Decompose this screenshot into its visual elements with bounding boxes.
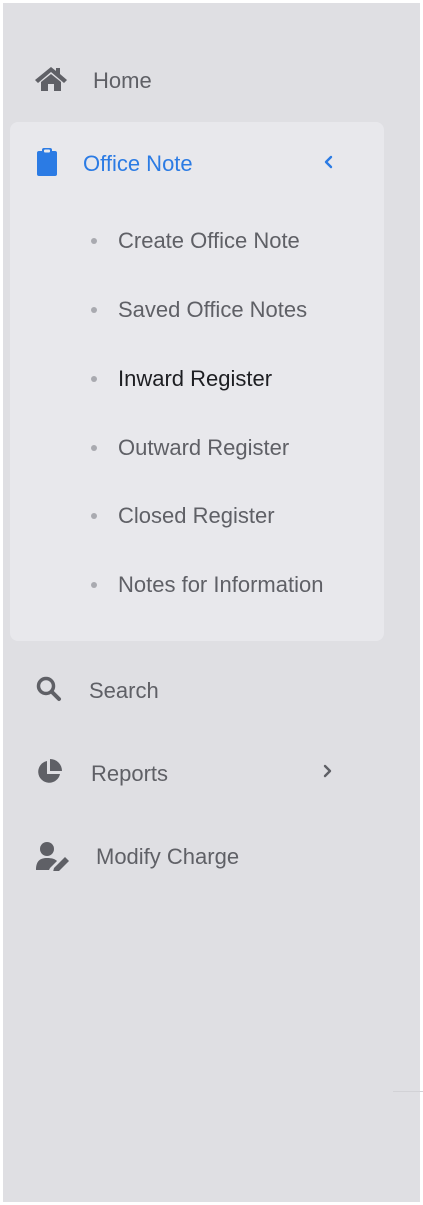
search-icon bbox=[36, 676, 62, 702]
clipboard-icon bbox=[36, 147, 58, 177]
sidebar-item-label: Search bbox=[89, 678, 159, 703]
sidebar-item-reports[interactable]: Reports bbox=[3, 750, 420, 794]
bullet-icon bbox=[91, 582, 97, 588]
bullet-icon bbox=[91, 307, 97, 313]
submenu-item-outward-register[interactable]: Outward Register bbox=[10, 428, 384, 468]
sidebar-item-label: Office Note bbox=[83, 151, 193, 176]
bullet-icon bbox=[91, 376, 97, 382]
bullet-icon bbox=[91, 238, 97, 244]
sidebar: Home Office Note Create Office Note Save… bbox=[3, 3, 423, 1202]
sidebar-item-home[interactable]: Home bbox=[3, 57, 420, 101]
office-note-submenu: Office Note Create Office Note Saved Off… bbox=[10, 122, 384, 641]
sidebar-item-office-note[interactable]: Office Note bbox=[10, 140, 384, 184]
sidebar-item-modify-charge[interactable]: Modify Charge bbox=[3, 833, 420, 877]
submenu-item-label: Closed Register bbox=[118, 503, 275, 528]
user-edit-icon bbox=[35, 841, 73, 871]
sidebar-item-label: Home bbox=[93, 68, 152, 93]
bullet-icon bbox=[91, 513, 97, 519]
sidebar-item-search[interactable]: Search bbox=[3, 667, 420, 711]
submenu-item-label: Create Office Note bbox=[118, 228, 300, 253]
submenu-item-label: Notes for Information bbox=[118, 572, 324, 597]
submenu-item-label: Inward Register bbox=[118, 366, 273, 391]
divider bbox=[393, 1091, 423, 1092]
submenu-item-notes-for-information[interactable]: Notes for Information bbox=[10, 565, 384, 605]
pie-chart-icon bbox=[35, 758, 63, 786]
bullet-icon bbox=[91, 445, 97, 451]
submenu-item-saved-office-notes[interactable]: Saved Office Notes bbox=[10, 290, 384, 330]
submenu-item-inward-register[interactable]: Inward Register bbox=[10, 359, 384, 399]
submenu-item-create-office-note[interactable]: Create Office Note bbox=[10, 221, 384, 261]
submenu-item-closed-register[interactable]: Closed Register bbox=[10, 496, 384, 536]
home-icon bbox=[34, 66, 68, 92]
sidebar-item-label: Reports bbox=[91, 761, 169, 786]
submenu-item-label: Outward Register bbox=[118, 435, 290, 460]
submenu-item-label: Saved Office Notes bbox=[118, 297, 308, 322]
chevron-left-icon[interactable] bbox=[321, 154, 337, 170]
chevron-right-icon[interactable] bbox=[319, 763, 335, 779]
sidebar-item-label: Modify Charge bbox=[96, 844, 240, 869]
